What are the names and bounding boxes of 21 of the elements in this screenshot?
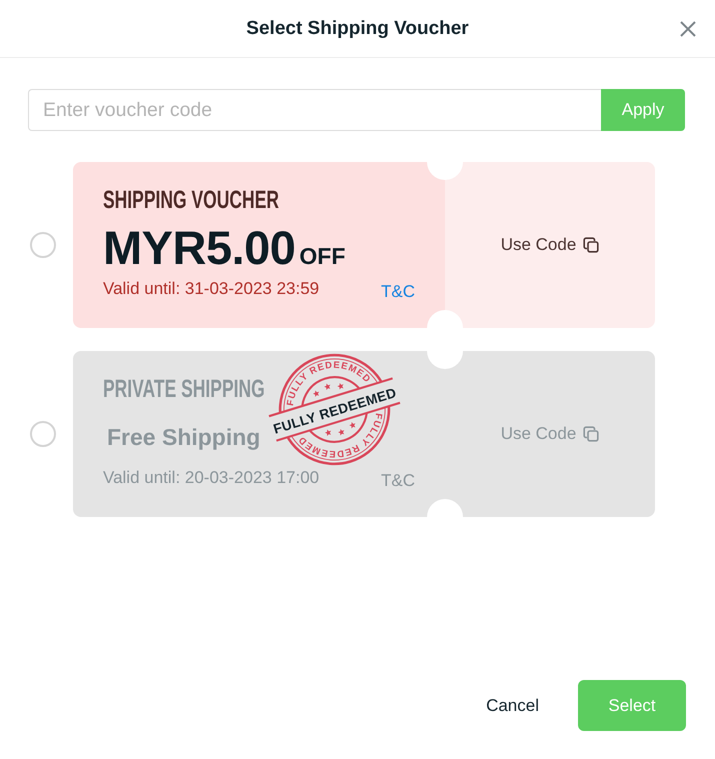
use-code-button[interactable]: Use Code: [498, 420, 602, 448]
close-icon[interactable]: [680, 20, 696, 36]
validity-date: Valid until: 31-03-2023 23:59: [103, 279, 320, 299]
cancel-button[interactable]: Cancel: [466, 682, 559, 730]
use-code-button[interactable]: Use Code: [498, 231, 602, 259]
copy-icon: [583, 426, 600, 442]
dialog-title: Select Shipping Voucher: [246, 18, 469, 40]
select-button[interactable]: Select: [578, 680, 686, 731]
validity-date: Valid until: 20-03-2023 17:00: [103, 468, 320, 488]
free-shipping-label: Free Shipping: [107, 423, 260, 452]
voucher-title: SHIPPING VOUCHER: [103, 186, 279, 214]
discount-amount: MYR5.00: [103, 223, 296, 273]
radio-button[interactable]: [30, 421, 56, 447]
apply-button[interactable]: Apply: [601, 89, 685, 131]
copy-icon: [583, 237, 600, 253]
voucher-title: PRIVATE SHIPPING: [103, 375, 265, 403]
voucher-code-field[interactable]: Enter voucher code: [28, 89, 601, 131]
terms-link[interactable]: T&C: [381, 282, 415, 302]
radio-button[interactable]: [30, 232, 56, 258]
terms-link[interactable]: T&C: [381, 471, 415, 491]
off-label: OFF: [299, 242, 346, 271]
